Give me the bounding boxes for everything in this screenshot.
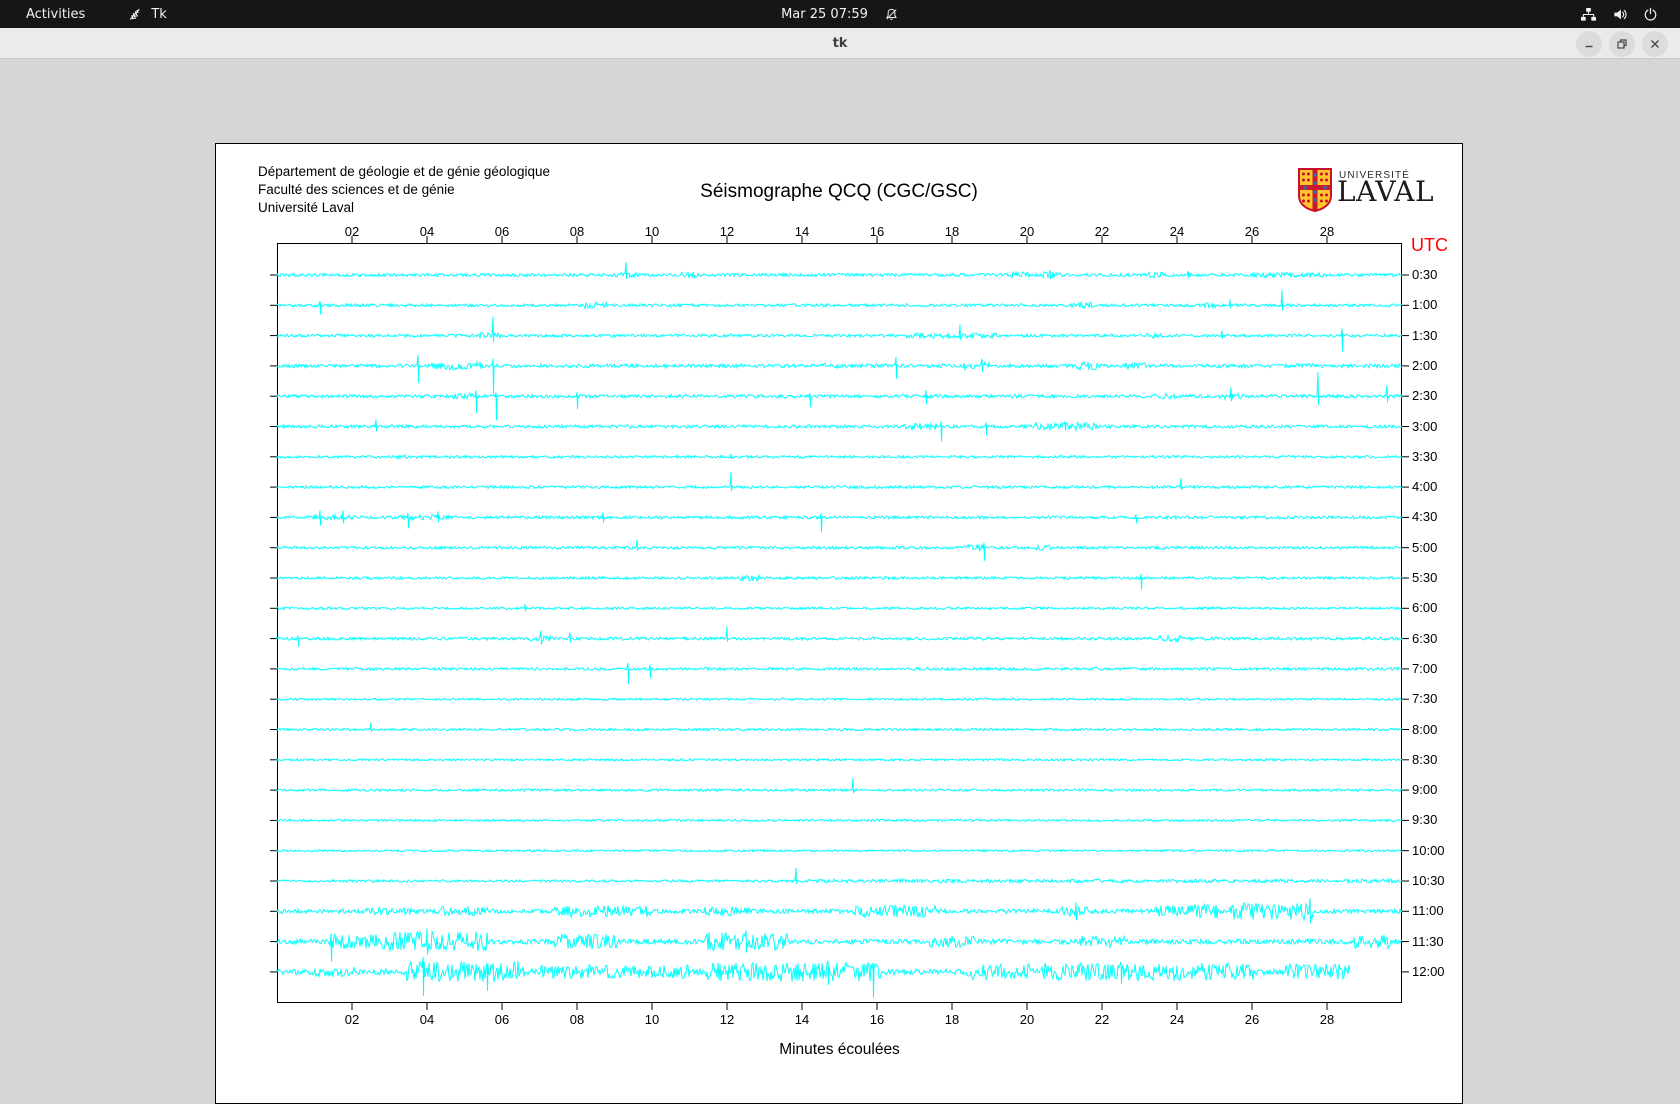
activities-button[interactable]: Activities bbox=[20, 7, 91, 22]
y-time-label: 7:30 bbox=[1412, 691, 1437, 706]
volume-icon bbox=[1612, 7, 1628, 22]
y-time-label: 9:30 bbox=[1412, 812, 1437, 827]
x-tick-label-bottom: 12 bbox=[697, 1012, 757, 1027]
window-content: Département de géologie et de génie géol… bbox=[0, 59, 1680, 1050]
y-time-label: 1:30 bbox=[1412, 328, 1437, 343]
y-time-label: 1:00 bbox=[1412, 297, 1437, 312]
x-axis-title: Minutes écoulées bbox=[277, 1041, 1402, 1059]
y-time-label: 0:30 bbox=[1412, 267, 1437, 282]
seismogram-trace bbox=[277, 540, 1402, 561]
seismogram-trace bbox=[277, 868, 1402, 884]
x-tick-label-bottom: 10 bbox=[622, 1012, 682, 1027]
y-time-label: 5:00 bbox=[1412, 540, 1437, 555]
seismogram-trace bbox=[277, 723, 1402, 732]
seismogram-trace bbox=[277, 604, 1402, 611]
y-time-label: 9:00 bbox=[1412, 782, 1437, 797]
window-title: tk bbox=[0, 28, 1680, 59]
window-titlebar[interactable]: tk bbox=[0, 28, 1680, 59]
maximize-button[interactable] bbox=[1609, 31, 1635, 57]
seismogram-trace bbox=[277, 510, 1402, 532]
network-icon bbox=[1580, 7, 1597, 22]
chart-area: UTC Minutes écoulées 0202040406060808101… bbox=[216, 144, 1462, 1103]
seismogram-trace bbox=[277, 957, 1350, 998]
y-time-label: 3:30 bbox=[1412, 449, 1437, 464]
seismogram-trace bbox=[277, 355, 1402, 394]
y-time-label: 8:00 bbox=[1412, 722, 1437, 737]
seismogram-trace bbox=[277, 778, 1402, 793]
y-time-label: 8:30 bbox=[1412, 752, 1437, 767]
y-time-label: 4:30 bbox=[1412, 509, 1437, 524]
seismogram-trace bbox=[277, 262, 1402, 279]
seismogram-trace bbox=[277, 574, 1402, 589]
seismo-page: Département de géologie et de génie géol… bbox=[215, 143, 1463, 1104]
y-time-label: 5:30 bbox=[1412, 570, 1437, 585]
y-time-label: 2:00 bbox=[1412, 358, 1437, 373]
y-time-label: 6:30 bbox=[1412, 631, 1437, 646]
x-tick-label-bottom: 02 bbox=[322, 1012, 382, 1027]
app-indicator[interactable]: Tk bbox=[127, 6, 166, 22]
seismogram-trace bbox=[277, 819, 1402, 821]
seismogram-trace bbox=[277, 454, 1402, 459]
y-time-label: 6:00 bbox=[1412, 600, 1437, 615]
x-tick-label-bottom: 16 bbox=[847, 1012, 907, 1027]
seismogram-trace bbox=[277, 627, 1402, 647]
system-bar: Activities Tk Mar 25 07:59 bbox=[0, 0, 1680, 28]
seismogram-trace bbox=[277, 420, 1402, 442]
notifications-muted-icon bbox=[884, 7, 899, 22]
seismogram-trace bbox=[277, 698, 1402, 700]
clock-button[interactable]: Mar 25 07:59 bbox=[781, 7, 868, 22]
seismogram-trace bbox=[277, 372, 1402, 420]
x-tick-label-bottom: 08 bbox=[547, 1012, 607, 1027]
close-button[interactable] bbox=[1642, 31, 1668, 57]
x-tick-label-bottom: 06 bbox=[472, 1012, 532, 1027]
y-time-label: 11:30 bbox=[1412, 934, 1444, 949]
x-tick-label-bottom: 22 bbox=[1072, 1012, 1132, 1027]
y-time-label: 3:00 bbox=[1412, 419, 1437, 434]
y-time-label: 2:30 bbox=[1412, 388, 1437, 403]
seismogram-trace bbox=[277, 898, 1402, 923]
x-tick-label-bottom: 24 bbox=[1147, 1012, 1207, 1027]
utc-label: UTC bbox=[1411, 235, 1448, 256]
seismogram-trace bbox=[277, 290, 1402, 314]
system-tray[interactable] bbox=[1580, 0, 1680, 28]
minimize-button[interactable] bbox=[1576, 31, 1602, 57]
y-time-label: 4:00 bbox=[1412, 479, 1437, 494]
x-tick-label-bottom: 28 bbox=[1297, 1012, 1357, 1027]
power-icon bbox=[1643, 7, 1658, 22]
y-time-label: 11:00 bbox=[1412, 903, 1444, 918]
seismogram-trace bbox=[277, 759, 1402, 761]
seismogram-trace bbox=[277, 929, 1402, 962]
x-tick-label-bottom: 26 bbox=[1222, 1012, 1282, 1027]
app-indicator-label: Tk bbox=[151, 7, 166, 22]
x-tick-label-bottom: 20 bbox=[997, 1012, 1057, 1027]
y-time-label: 10:00 bbox=[1412, 843, 1445, 858]
seismogram-trace bbox=[277, 472, 1402, 491]
tk-feather-icon bbox=[127, 6, 143, 22]
y-time-label: 7:00 bbox=[1412, 661, 1437, 676]
x-tick-label-bottom: 14 bbox=[772, 1012, 832, 1027]
x-tick-label-bottom: 04 bbox=[397, 1012, 457, 1027]
seismogram-trace bbox=[277, 317, 1402, 352]
y-time-label: 12:00 bbox=[1412, 964, 1445, 979]
y-time-label: 10:30 bbox=[1412, 873, 1445, 888]
seismogram-canvas bbox=[277, 243, 1402, 1003]
x-tick-label-bottom: 18 bbox=[922, 1012, 982, 1027]
seismogram-trace bbox=[277, 850, 1402, 852]
seismogram-trace bbox=[277, 663, 1402, 684]
